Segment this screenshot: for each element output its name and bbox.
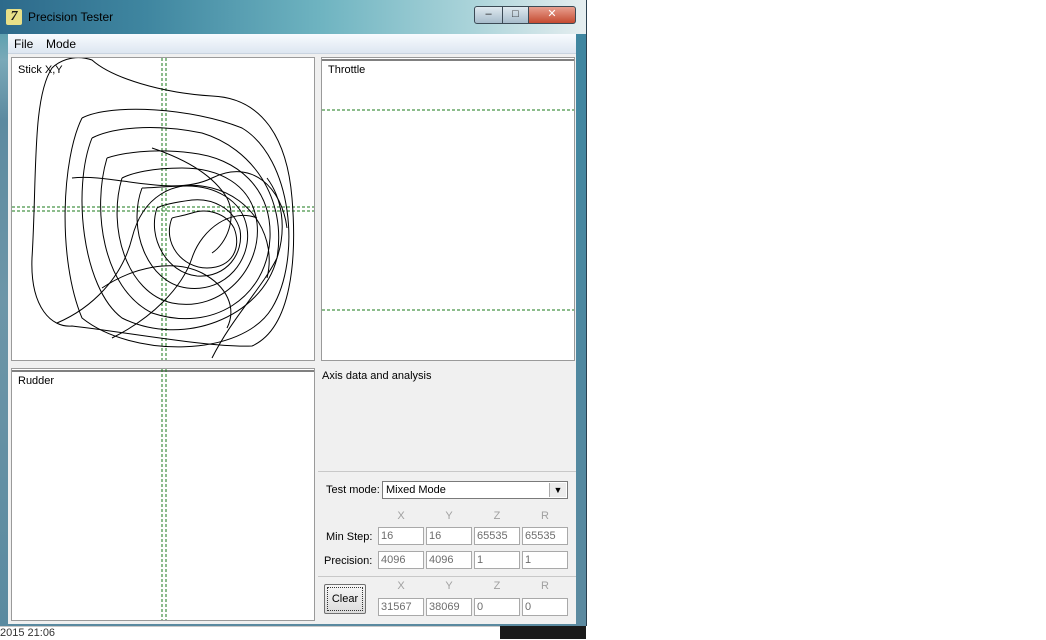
clear-button[interactable]: Clear	[324, 584, 366, 614]
current-header-x: X	[397, 580, 405, 592]
menu-bar: File Mode	[8, 34, 576, 54]
taskbar-dark-segment	[500, 626, 586, 639]
current-header-r: R	[541, 580, 549, 592]
precision-label: Precision:	[324, 555, 373, 567]
column-header-r: R	[541, 510, 549, 522]
stick-trace	[31, 58, 295, 359]
throttle-panel: Throttle	[321, 57, 575, 361]
column-header-y: Y	[445, 510, 453, 522]
app-window: 7 Precision Tester – □ ✕ File Mode Stick…	[0, 0, 587, 626]
min-step-y-field[interactable]: 16	[426, 527, 472, 545]
min-step-z-field[interactable]: 65535	[474, 527, 520, 545]
test-mode-label: Test mode:	[326, 484, 380, 496]
maximize-button[interactable]: □	[502, 6, 529, 24]
grid-separator	[318, 576, 576, 577]
taskbar: 2015 21:06	[0, 626, 586, 640]
minimize-button[interactable]: –	[474, 6, 503, 24]
current-header-z: Z	[493, 580, 501, 592]
taskbar-clock: 2015 21:06	[0, 627, 56, 639]
chevron-down-icon[interactable]: ▼	[549, 483, 566, 497]
min-step-x-field[interactable]: 16	[378, 527, 424, 545]
stick-xy-panel: Stick X,Y	[11, 57, 315, 361]
current-r-field[interactable]: 0	[522, 598, 568, 616]
throttle-label: Throttle	[328, 64, 366, 76]
precision-x-field[interactable]: 4096	[378, 551, 424, 569]
window-title: Precision Tester	[28, 10, 114, 24]
axis-analysis-label: Axis data and analysis	[322, 370, 432, 382]
rudder-panel: Rudder	[11, 368, 315, 621]
rudder-label: Rudder	[18, 375, 55, 387]
app-icon: 7	[6, 9, 22, 25]
precision-r-field[interactable]: 1	[522, 551, 568, 569]
test-mode-row: Test mode: Mixed Mode ▼	[318, 474, 576, 504]
test-mode-select[interactable]: Mixed Mode ▼	[382, 481, 568, 499]
title-bar[interactable]: 7 Precision Tester – □ ✕	[0, 0, 586, 34]
precision-z-field[interactable]: 1	[474, 551, 520, 569]
current-x-field[interactable]: 31567	[378, 598, 424, 616]
close-button[interactable]: ✕	[528, 6, 576, 24]
client-area: File Mode Stick X,Y Throttle Rudder Axis…	[8, 34, 576, 624]
test-mode-value: Mixed Mode	[386, 484, 446, 496]
menu-mode[interactable]: Mode	[46, 37, 76, 51]
window-right-border	[576, 34, 586, 626]
column-header-x: X	[397, 510, 405, 522]
axis-values-grid: X Y Z R Min Step: 16 16 65535 65535 Prec…	[318, 506, 576, 621]
stick-xy-label: Stick X,Y	[18, 64, 63, 76]
min-step-label: Min Step:	[326, 531, 373, 543]
precision-y-field[interactable]: 4096	[426, 551, 472, 569]
axis-analysis-area: Axis data and analysis	[318, 363, 576, 472]
min-step-r-field[interactable]: 65535	[522, 527, 568, 545]
stick-xy-plot	[12, 58, 314, 360]
throttle-plot	[322, 59, 574, 311]
current-header-y: Y	[445, 580, 453, 592]
column-header-z: Z	[493, 510, 501, 522]
current-y-field[interactable]: 38069	[426, 598, 472, 616]
menu-file[interactable]: File	[14, 37, 33, 51]
rudder-plot	[12, 369, 314, 620]
current-z-field[interactable]: 0	[474, 598, 520, 616]
